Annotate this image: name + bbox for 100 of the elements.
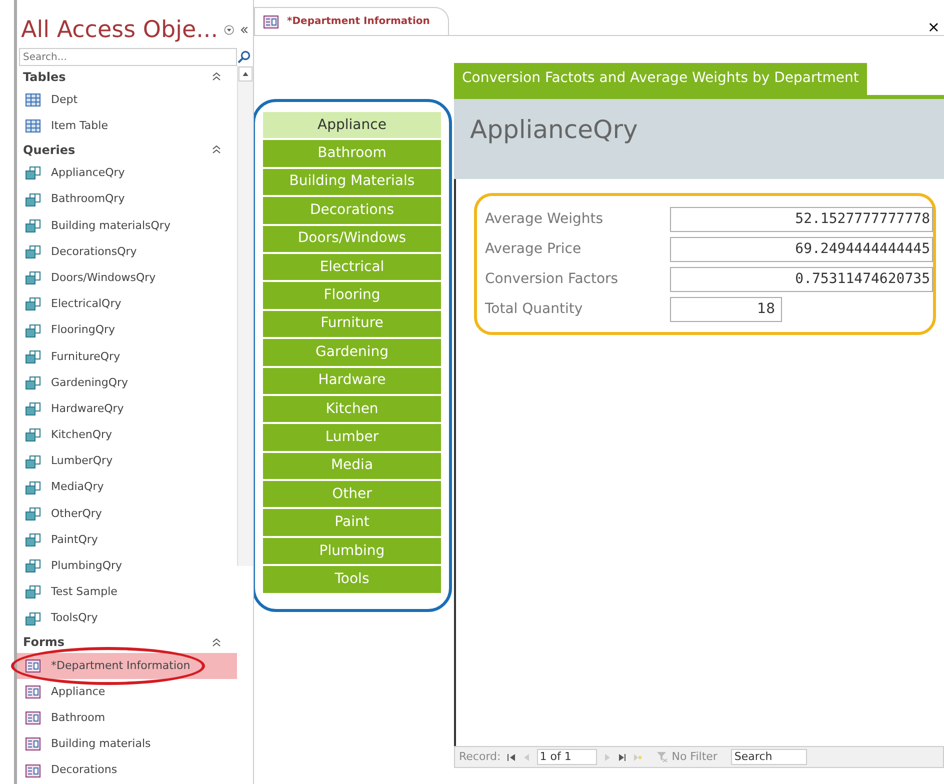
subform-header: ApplianceQry (454, 99, 944, 179)
nav-item[interactable]: HardwareQry (17, 396, 237, 422)
nav-item[interactable]: ToolsQry (17, 606, 237, 632)
form-icon (25, 658, 41, 673)
collapse-icon[interactable] (212, 638, 221, 647)
nav-item[interactable]: DecorationsQry (17, 238, 237, 266)
query-icon (25, 585, 41, 600)
first-record-icon[interactable] (506, 752, 516, 762)
nav-item[interactable]: FlooringQry (17, 318, 237, 344)
item-label: FurnitureQry (51, 348, 120, 365)
query-icon (25, 166, 41, 180)
item-label: LumberQry (51, 453, 113, 470)
item-label: BathroomQry (51, 191, 125, 208)
field-label: Total Quantity (485, 300, 584, 318)
query-icon (25, 559, 41, 574)
nav-item[interactable]: Bathroom (17, 705, 237, 732)
item-label: Building materials (51, 736, 151, 752)
nav-item[interactable]: OtherQry (17, 500, 237, 527)
dropdown-icon[interactable] (224, 23, 234, 37)
table-icon (25, 93, 41, 108)
nav-item[interactable]: KitchenQry (17, 422, 237, 448)
query-icon (25, 297, 41, 312)
collapse-icon[interactable] (240, 25, 249, 35)
item-label: ElectricalQry (51, 296, 122, 312)
document-tab[interactable]: *Department Information (254, 7, 449, 35)
query-icon (25, 612, 41, 626)
item-label: PaintQry (51, 532, 98, 548)
query-icon (25, 376, 41, 390)
query-icon (25, 192, 41, 207)
nav-item[interactable]: Doors/WindowsQry (17, 265, 237, 292)
record-field[interactable]: 1 of 1 (536, 749, 597, 765)
item-label: Doors/WindowsQry (51, 270, 156, 286)
search-field[interactable]: Search (731, 749, 808, 765)
scrollbar[interactable] (237, 66, 253, 566)
tab-title: *Department Information (287, 15, 430, 29)
item-label: ApplianceQry (51, 165, 125, 182)
item-label: Appliance (51, 684, 106, 700)
nav-item[interactable]: PaintQry (17, 527, 237, 554)
nav-item[interactable]: GardeningQry (17, 370, 237, 396)
query-icon (25, 480, 41, 495)
nav-item[interactable]: FurnitureQry (17, 344, 237, 370)
nav-item[interactable]: Building materialsQry (17, 212, 237, 239)
field-label: Average Price (485, 240, 582, 258)
item-label: OtherQry (51, 506, 102, 522)
query-icon (25, 428, 41, 442)
item-label: DecorationsQry (51, 244, 137, 260)
nav-item[interactable]: Item Table (17, 113, 237, 140)
nav-item[interactable]: Test Sample (17, 579, 237, 606)
nav-item[interactable]: Appliance (17, 678, 237, 706)
item-label: KitchenQry (51, 427, 112, 444)
filter-icon (656, 751, 668, 763)
query-icon (25, 454, 41, 469)
table-icon (25, 119, 41, 134)
form-icon (25, 685, 41, 700)
form-icon (263, 14, 279, 28)
value-field[interactable]: 0.75311474620735 (670, 266, 933, 292)
nav-item[interactable]: Decorations (17, 758, 237, 784)
form-icon (25, 764, 41, 778)
collapse-icon[interactable] (212, 145, 221, 154)
nav-item[interactable]: Building materials (17, 731, 237, 758)
value-field[interactable]: 69.2494444444445 (670, 236, 933, 262)
item-label: Item Table (51, 118, 108, 134)
query-icon (25, 402, 41, 416)
query-icon (25, 324, 41, 338)
close-button[interactable]: × (923, 20, 944, 35)
nav-item[interactable]: ElectricalQry (17, 291, 237, 318)
nav-item[interactable]: Dept (17, 87, 237, 114)
form-icon (25, 737, 41, 752)
item-label: Building materialsQry (51, 218, 170, 234)
department-button[interactable]: Appliance (263, 112, 441, 138)
field-label: Average Weights (485, 210, 604, 228)
search-field[interactable]: Search... (19, 48, 237, 66)
item-label: GardeningQry (51, 374, 128, 391)
nav-item[interactable]: BathroomQry (17, 186, 237, 213)
item-label: FlooringQry (51, 322, 116, 338)
query-icon (25, 506, 41, 521)
search-icon[interactable] (237, 50, 251, 64)
nav-item[interactable]: ApplianceQry (17, 160, 237, 187)
query-icon (25, 533, 41, 548)
nav-item[interactable]: PlumbingQry (17, 553, 237, 580)
item-label: PlumbingQry (51, 558, 122, 574)
nav-item[interactable]: LumberQry (17, 448, 237, 475)
group-header[interactable]: Tables (23, 68, 66, 86)
query-icon (25, 271, 41, 286)
group-header[interactable]: Forms (23, 633, 65, 652)
item-label: Dept (51, 92, 78, 108)
query-icon (25, 245, 41, 260)
query-icon (25, 218, 41, 233)
nav-item[interactable]: MediaQry (17, 474, 237, 501)
last-record-icon[interactable] (618, 752, 627, 762)
form-icon (25, 711, 41, 726)
collapse-icon[interactable] (212, 72, 221, 81)
item-label: Decorations (51, 762, 118, 778)
value-field[interactable]: 18 (670, 296, 782, 322)
item-label: MediaQry (51, 479, 104, 496)
nav-item[interactable]: *Department Information (17, 652, 237, 679)
value-field[interactable]: 52.1527777777778 (670, 206, 933, 232)
item-label: ToolsQry (51, 610, 98, 626)
group-header[interactable]: Queries (23, 140, 76, 159)
query-icon (25, 350, 41, 364)
